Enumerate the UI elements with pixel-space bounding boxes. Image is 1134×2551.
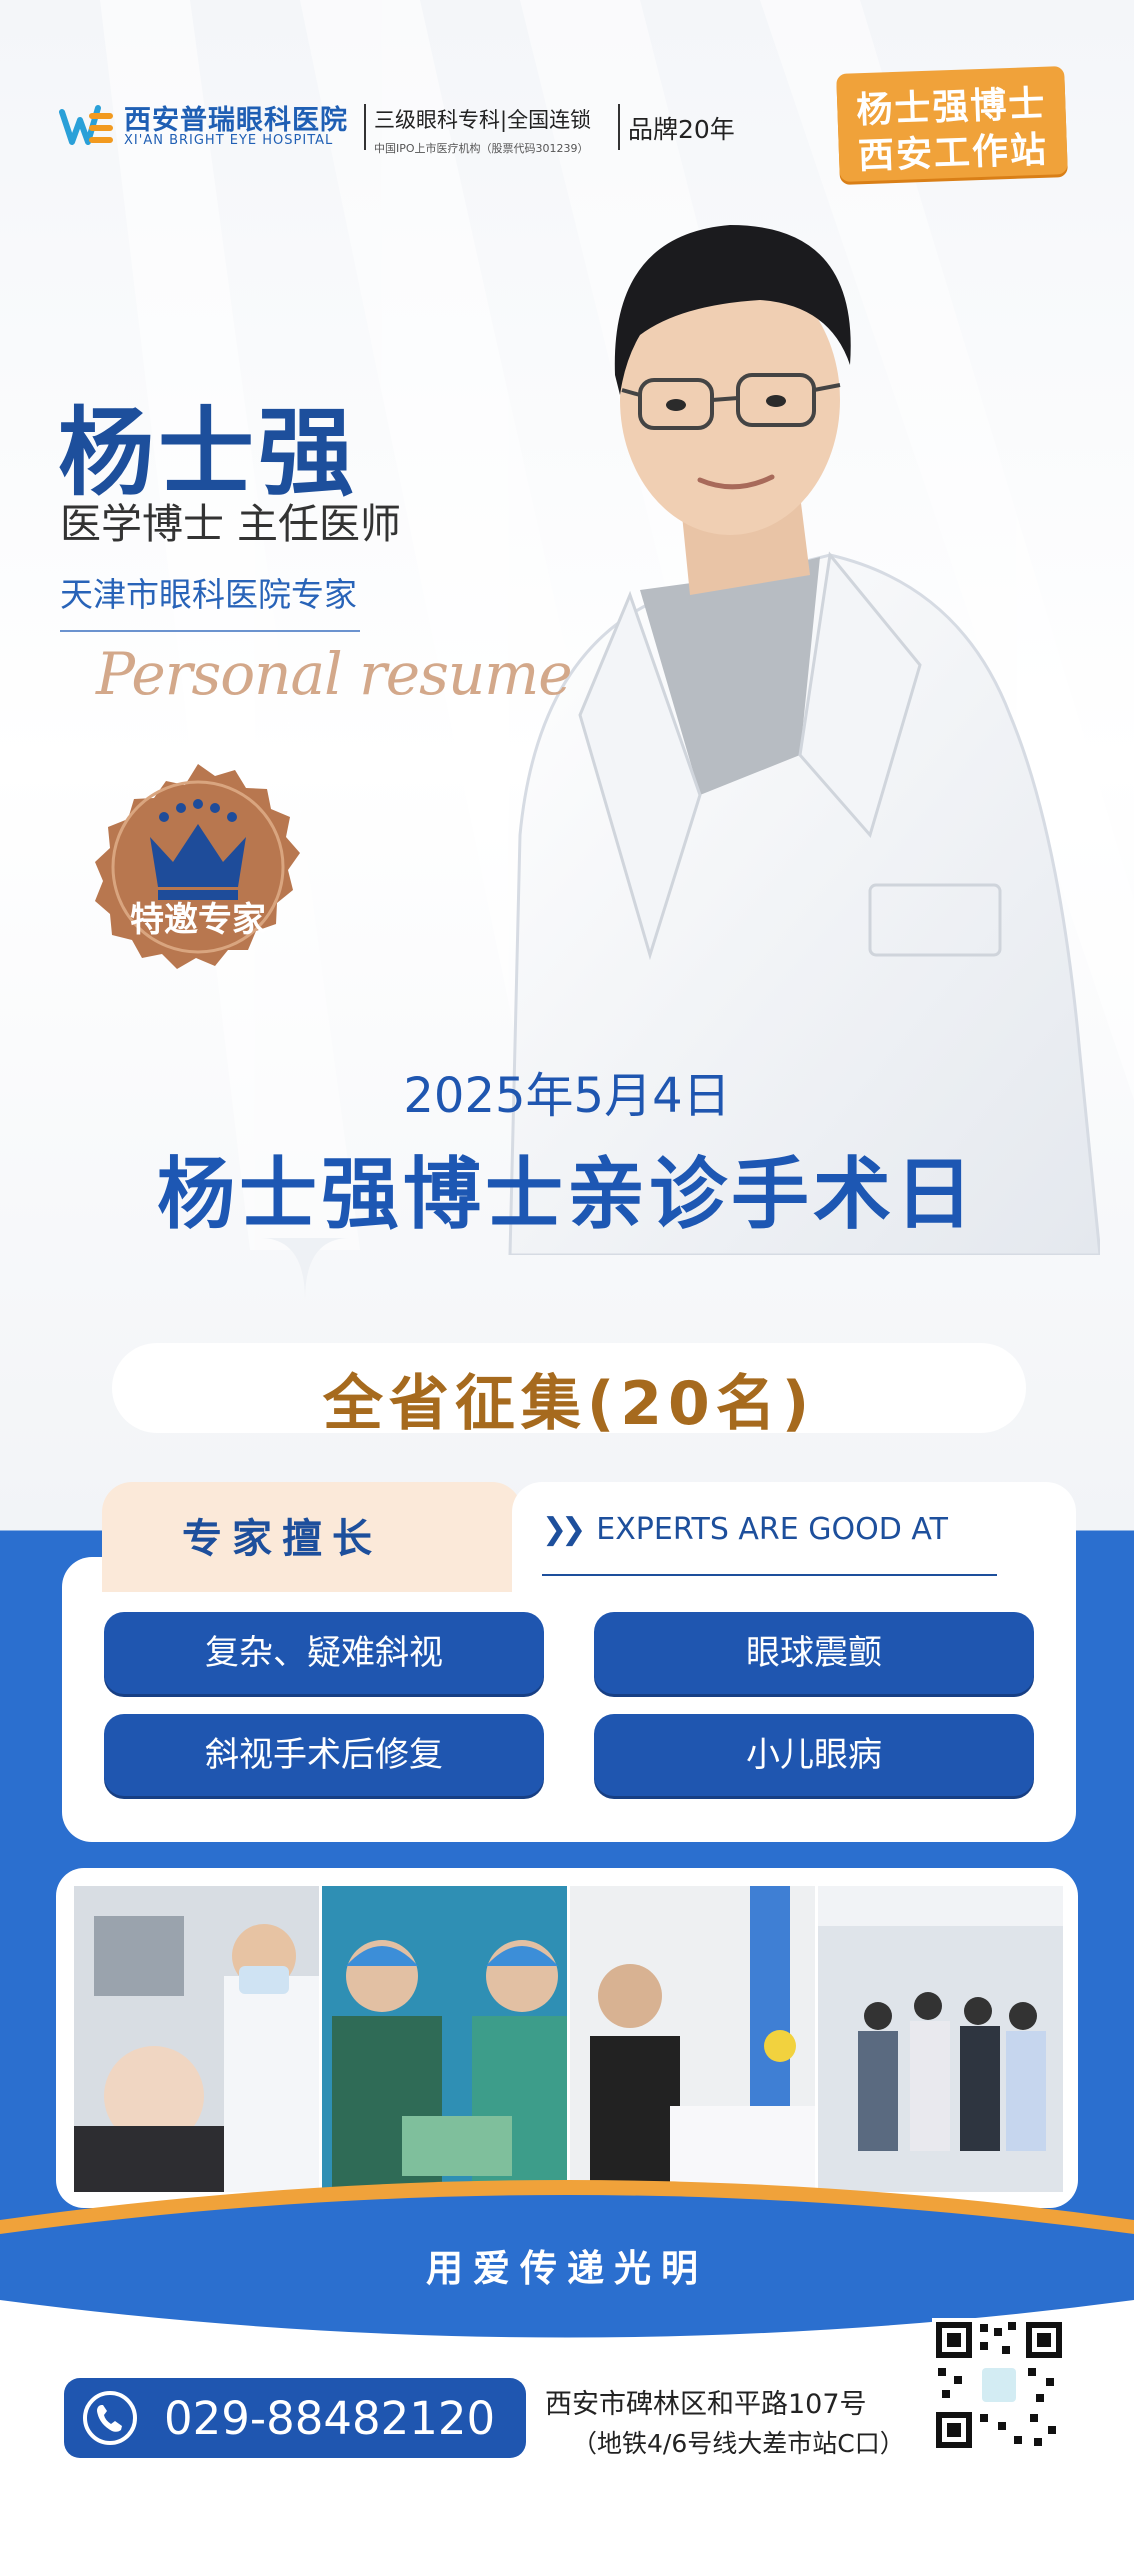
- photo-ward: [570, 1886, 815, 2192]
- logo-mark-icon: [59, 105, 113, 145]
- phone-icon: [83, 2391, 137, 2445]
- double-chevron-icon: ❯❯: [542, 1512, 586, 1547]
- header-divider: [618, 104, 620, 150]
- tagline-sub: 中国IPO上市医疗机构（股票代码301239）: [374, 142, 589, 155]
- qr-code-icon[interactable]: [932, 2318, 1066, 2452]
- expertise-item: 斜视手术后修复: [104, 1714, 544, 1796]
- personal-resume-script: Personal resume: [96, 640, 573, 708]
- badge-line2: 西安工作站: [857, 129, 1049, 178]
- header-tagline: 三级眼科专科|全国连锁 中国IPO上市医疗机构（股票代码301239）: [374, 104, 591, 156]
- slogan: 用爱传递光明: [426, 2247, 708, 2290]
- recruit-banner: 全省征集(20名): [112, 1343, 1026, 1439]
- expertise-item: 眼球震颤: [594, 1612, 1034, 1694]
- address-line1: 西安市碑林区和平路107号: [545, 2389, 867, 2420]
- hospital-logo: 西安普瑞眼科医院 XI'AN BRIGHT EYE HOSPITAL: [58, 98, 378, 156]
- logo-english-name: XI'AN BRIGHT EYE HOSPITAL: [124, 133, 334, 148]
- workstation-badge: 杨士强博士 西安工作站: [836, 66, 1068, 182]
- expert-seal: [95, 764, 300, 969]
- seal-label: 特邀专家: [130, 900, 266, 940]
- phone-button[interactable]: 029-88482120: [64, 2378, 526, 2458]
- logo-chinese-name: 西安普瑞眼科医院: [124, 105, 348, 136]
- expertise-en-label: ❯❯ EXPERTS ARE GOOD AT: [542, 1512, 948, 1547]
- phone-number: 029-88482120: [164, 2392, 496, 2445]
- photo-surgery: [322, 1886, 567, 2192]
- expertise-item: 小儿眼病: [594, 1714, 1034, 1796]
- doctor-affiliation: 天津市眼科医院专家: [60, 575, 357, 614]
- section-notch: [260, 1238, 350, 1300]
- event-title: 杨士强博士亲诊手术日: [156, 1150, 977, 1240]
- expertise-item: 复杂、疑难斜视: [104, 1612, 544, 1694]
- affiliation-underline: [60, 630, 360, 632]
- card-background: [62, 1557, 1076, 1842]
- recruit-text: 全省征集(20名): [322, 1369, 816, 1439]
- event-date: 2025年5月4日: [403, 1068, 731, 1124]
- doctor-title: 医学博士 主任医师: [60, 500, 402, 548]
- poster: 西安普瑞眼科医院 XI'AN BRIGHT EYE HOSPITAL 三级眼科专…: [0, 0, 1134, 2551]
- photo-exam: [74, 1886, 319, 2192]
- expertise-label: 专家擅长: [182, 1516, 382, 1562]
- photo-lobby: [818, 1886, 1063, 2192]
- expertise-card: 专家擅长 ❯❯ EXPERTS ARE GOOD AT 复杂、疑难斜视 眼球震颤 …: [62, 1482, 1076, 1842]
- brand-years: 品牌20年: [628, 115, 735, 144]
- tagline-main: 三级眼科专科|全国连锁: [374, 108, 592, 132]
- expertise-en-text: EXPERTS ARE GOOD AT: [596, 1512, 948, 1547]
- header-divider: [364, 104, 366, 150]
- expertise-underline: [542, 1574, 997, 1576]
- address-line2: （地铁4/6号线大差市站C口）: [572, 2429, 905, 2458]
